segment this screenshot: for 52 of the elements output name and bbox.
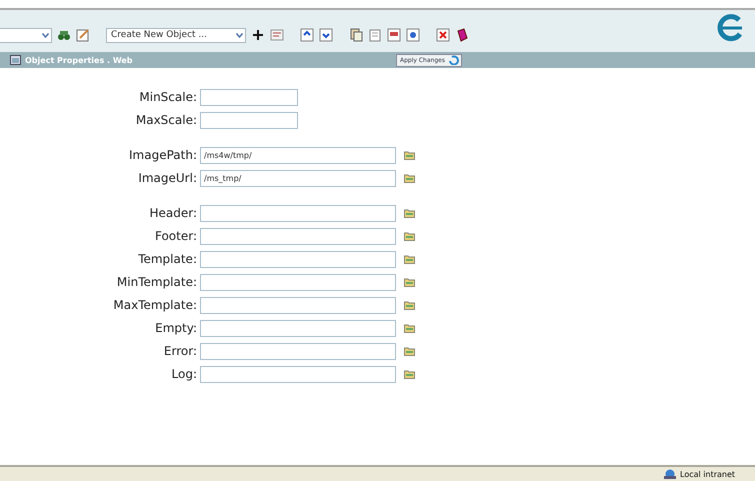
text-field[interactable]: /ms4w/tmp/ (200, 146, 396, 164)
binoculars-icon[interactable] (57, 28, 71, 42)
window-icon (10, 55, 21, 65)
field-label: Footer: (154, 229, 198, 243)
text-field[interactable] (200, 274, 396, 290)
text-field[interactable] (200, 320, 396, 336)
edit-icon[interactable] (76, 28, 90, 42)
field-label: Log: (170, 367, 198, 381)
folder-browse-icon[interactable] (404, 346, 415, 356)
properties-icon[interactable] (270, 28, 284, 42)
text-field[interactable] (200, 342, 396, 360)
panel-title: Object Properties . Web (25, 56, 134, 64)
folder-browse-icon[interactable] (404, 300, 415, 310)
field-label: MinScale: (138, 90, 198, 104)
field-label: Header: (148, 206, 198, 220)
field-label: MaxTemplate: (112, 298, 198, 312)
field-label: ImagePath: (128, 148, 198, 162)
text-field[interactable]: /ms_tmp/ (200, 170, 396, 186)
paste-icon[interactable] (368, 28, 382, 42)
folder-browse-icon[interactable] (404, 369, 415, 379)
folder-browse-icon[interactable] (404, 277, 415, 287)
text-field[interactable] (200, 112, 298, 128)
zone-label: Local intranet (680, 470, 736, 478)
refresh-icon (448, 55, 459, 65)
field-label: Empty: (154, 321, 198, 335)
folder-browse-icon[interactable] (404, 254, 415, 264)
folder-browse-icon[interactable] (404, 150, 415, 160)
plus-icon[interactable] (251, 28, 265, 42)
field-label: MaxScale: (134, 113, 198, 127)
text-field[interactable] (200, 228, 396, 244)
book-icon[interactable] (455, 28, 469, 42)
text-field[interactable] (200, 204, 396, 222)
text-field[interactable] (200, 88, 298, 106)
copy-icon[interactable] (349, 28, 363, 42)
folder-browse-icon[interactable] (404, 208, 415, 218)
folder-browse-icon[interactable] (404, 323, 415, 333)
text-field[interactable] (200, 250, 396, 268)
field-label: ImageUrl: (137, 171, 198, 185)
text-field[interactable] (200, 366, 396, 382)
network-icon (663, 468, 677, 480)
text-field[interactable] (200, 296, 396, 314)
folder-browse-icon[interactable] (404, 173, 415, 183)
field-label: Template: (137, 252, 198, 266)
field-label: MinTemplate: (116, 275, 198, 289)
layer-dropdown[interactable] (0, 28, 52, 42)
create-object-dropdown[interactable]: Create New Object ... (106, 28, 246, 42)
folder-browse-icon[interactable] (404, 231, 415, 241)
move-up-icon[interactable] (300, 28, 314, 42)
delete-icon[interactable] (436, 28, 450, 42)
move-down-icon[interactable] (319, 28, 333, 42)
globe-logo-icon (715, 13, 745, 43)
field-label: Error: (162, 344, 198, 358)
